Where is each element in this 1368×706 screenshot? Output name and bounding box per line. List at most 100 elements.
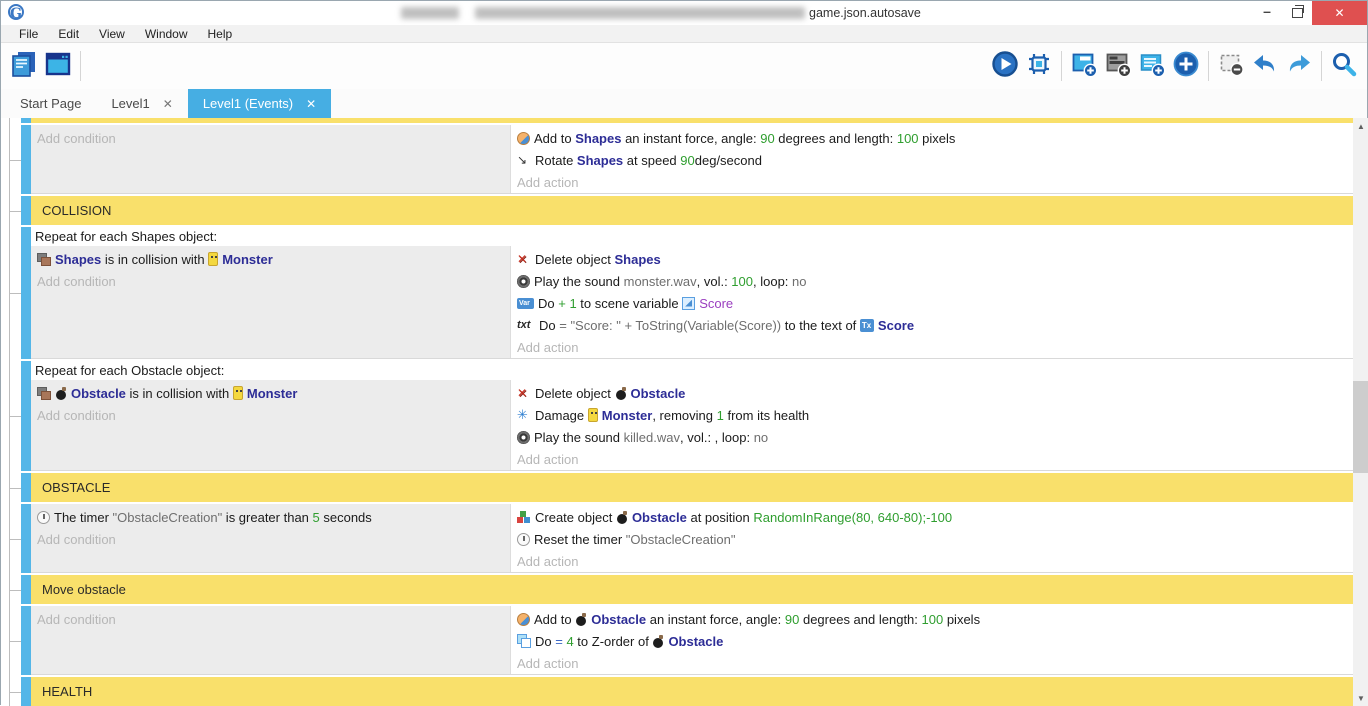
text-run: no xyxy=(792,274,806,289)
toolbar-separator xyxy=(1321,51,1322,81)
action-line[interactable]: Play the sound killed.wav, vol.: , loop:… xyxy=(511,426,1353,448)
text-run: , removing xyxy=(652,408,716,423)
tree-stub xyxy=(9,590,21,591)
play-button[interactable] xyxy=(988,49,1022,83)
add-condition-link[interactable]: Add condition xyxy=(31,528,510,550)
add-condition-link[interactable]: Add condition xyxy=(31,270,510,292)
event-drag-bar[interactable] xyxy=(21,125,31,194)
close-button[interactable]: ✕ xyxy=(1312,1,1367,25)
add-action-link[interactable]: Add action xyxy=(511,336,1353,358)
menu-item-view[interactable]: View xyxy=(89,27,135,41)
text-run: RandomInRange(80, 640-80);-100 xyxy=(753,510,952,525)
var-icon xyxy=(517,298,534,309)
event-drag-bar[interactable] xyxy=(21,118,31,123)
event-drag-bar[interactable] xyxy=(21,473,31,502)
action-line[interactable]: Play the sound monster.wav, vol.: 100, l… xyxy=(511,270,1353,292)
add-condition-link[interactable]: Add condition xyxy=(31,404,510,426)
action-line[interactable]: Do + 1 to scene variable Score xyxy=(511,292,1353,314)
tab-close-icon[interactable]: ✕ xyxy=(163,97,173,111)
scene-window-button[interactable] xyxy=(41,49,75,83)
event-drag-bar[interactable] xyxy=(21,606,31,675)
toolbar-left-group xyxy=(7,49,86,83)
comment-row[interactable]: HEALTH xyxy=(31,677,1353,706)
event-header[interactable]: Repeat for each Obstacle object: xyxy=(31,361,1353,380)
action-line[interactable]: Delete object Shapes xyxy=(511,248,1353,270)
action-line[interactable]: Do = 4 to Z-order of Obstacle xyxy=(511,630,1353,652)
add-subevent-button[interactable] xyxy=(1101,49,1135,83)
tab-label: Start Page xyxy=(20,96,81,111)
text-run: deg/second xyxy=(695,153,762,168)
comment-row[interactable]: COLLISION xyxy=(31,196,1353,225)
add-circle-icon xyxy=(1172,50,1200,83)
event-header[interactable]: Repeat for each Shapes object: xyxy=(31,227,1353,246)
debug-button[interactable] xyxy=(1022,49,1056,83)
menu-item-file[interactable]: File xyxy=(9,27,48,41)
action-line[interactable]: Add to Shapes an instant force, angle: 9… xyxy=(511,127,1353,149)
add-condition-link[interactable]: Add condition xyxy=(31,608,510,630)
add-circle-button[interactable] xyxy=(1169,49,1203,83)
condition-line[interactable]: Shapes is in collision with Monster xyxy=(31,248,510,270)
action-line[interactable]: Damage Monster, removing 1 from its heal… xyxy=(511,404,1353,426)
add-action-label: Add action xyxy=(517,452,578,467)
undo-button[interactable] xyxy=(1248,49,1282,83)
tab-level1[interactable]: Level1✕ xyxy=(96,89,187,118)
scrollbar-thumb[interactable] xyxy=(1353,381,1368,473)
add-action-link[interactable]: Add action xyxy=(511,652,1353,674)
event-drag-bar[interactable] xyxy=(21,361,31,471)
add-action-link[interactable]: Add action xyxy=(511,448,1353,470)
add-action-link[interactable]: Add action xyxy=(511,550,1353,572)
event-drag-bar[interactable] xyxy=(21,227,31,359)
add-action-link[interactable]: Add action xyxy=(511,171,1353,193)
open-project-icon xyxy=(9,49,39,84)
tree-stub xyxy=(9,416,21,417)
tab-label: Level1 (Events) xyxy=(203,96,293,111)
action-line[interactable]: Reset the timer "ObstacleCreation" xyxy=(511,528,1353,550)
action-line[interactable]: Create object Obstacle at position Rando… xyxy=(511,506,1353,528)
tab-level1-events[interactable]: Level1 (Events) ✕ xyxy=(188,89,331,118)
action-line[interactable]: Delete object Obstacle xyxy=(511,382,1353,404)
scroll-up-icon[interactable]: ▲ xyxy=(1353,118,1368,134)
redo-button[interactable] xyxy=(1282,49,1316,83)
menu-item-help[interactable]: Help xyxy=(198,27,243,41)
comment-row[interactable]: Move obstacle xyxy=(31,575,1353,604)
tab-start-page[interactable]: Start Page xyxy=(5,89,96,118)
text-run: 100 xyxy=(897,131,919,146)
remove-event-button[interactable] xyxy=(1214,49,1248,83)
action-line[interactable]: Add to Obstacle an instant force, angle:… xyxy=(511,608,1353,630)
event-drag-bar[interactable] xyxy=(21,504,31,573)
add-condition-link[interactable]: Add condition xyxy=(31,127,510,149)
app-window: G game.json.autosave – ✕ FileEditViewWin… xyxy=(0,0,1368,705)
action-line[interactable]: Do = "Score: " + ToString(Variable(Score… xyxy=(511,314,1353,336)
tree-stub xyxy=(9,488,21,489)
delete-icon xyxy=(517,252,531,266)
toolbar-separator xyxy=(1061,51,1062,81)
minimize-button[interactable]: – xyxy=(1252,1,1282,25)
condition-line[interactable]: The timer "ObstacleCreation" is greater … xyxy=(31,506,510,528)
tab-close-icon[interactable]: ✕ xyxy=(306,97,316,111)
menu-item-window[interactable]: Window xyxy=(135,27,198,41)
add-event-button[interactable] xyxy=(1067,49,1101,83)
text-run: Add to xyxy=(534,131,575,146)
event-body: Add conditionAdd to Obstacle an instant … xyxy=(31,606,1353,674)
tab-bar: Start Page Level1✕ Level1 (Events) ✕ xyxy=(1,89,1367,118)
event-block: Repeat for each Obstacle object: Obstacle… xyxy=(31,361,1353,471)
event-drag-bar[interactable] xyxy=(21,196,31,225)
tree-stub xyxy=(9,160,21,161)
event-drag-bar[interactable] xyxy=(21,677,31,706)
vertical-scrollbar[interactable]: ▲ ▼ xyxy=(1353,118,1368,706)
event-body: Shapes is in collision with MonsterAdd c… xyxy=(31,246,1353,358)
restore-button[interactable] xyxy=(1282,1,1312,25)
add-action-label: Add action xyxy=(517,175,578,190)
scroll-down-icon[interactable]: ▼ xyxy=(1353,690,1368,706)
condition-line[interactable]: Obstacle is in collision with Monster xyxy=(31,382,510,404)
comment-label: OBSTACLE xyxy=(42,480,110,495)
add-comment-button[interactable] xyxy=(1135,49,1169,83)
search-button[interactable] xyxy=(1327,49,1361,83)
text-run: an instant force, angle: xyxy=(621,131,760,146)
event-drag-bar[interactable] xyxy=(21,575,31,604)
text-run: no xyxy=(754,430,768,445)
comment-row[interactable]: OBSTACLE xyxy=(31,473,1353,502)
action-line[interactable]: Rotate Shapes at speed 90deg/second xyxy=(511,149,1353,171)
menu-item-edit[interactable]: Edit xyxy=(48,27,89,41)
open-project-button[interactable] xyxy=(7,49,41,83)
